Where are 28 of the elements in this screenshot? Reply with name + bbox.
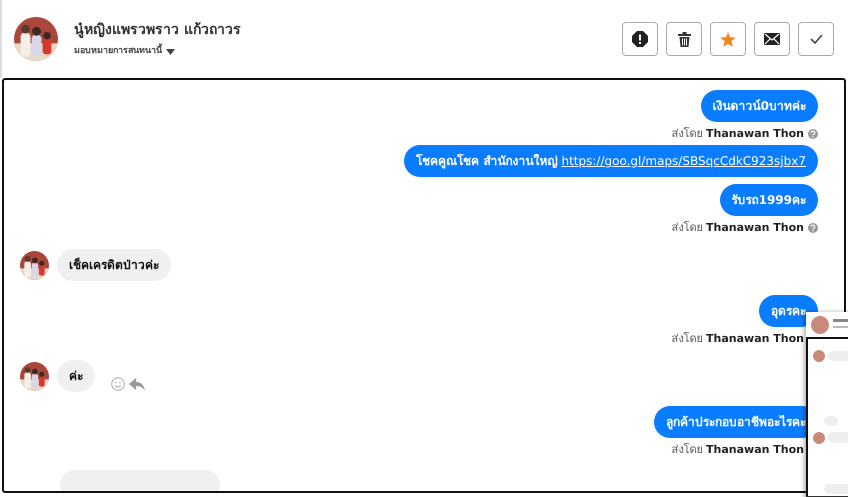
caret-icon — [166, 48, 175, 54]
emoji-icon[interactable] — [111, 377, 125, 391]
sender-label: ส่งโดย Thanawan Thon — [672, 332, 804, 346]
star-button[interactable] — [710, 22, 746, 56]
mail-button[interactable] — [754, 22, 790, 56]
sender-label: ส่งโดย Thanawan Thon — [672, 127, 804, 141]
sender-label: ส่งโดย Thanawan Thon — [672, 443, 804, 457]
help-icon[interactable] — [808, 129, 818, 139]
star-icon — [720, 32, 736, 46]
message-bubble: ค่ะ — [57, 360, 95, 392]
trash-button[interactable] — [666, 22, 702, 56]
checkmark-icon — [810, 34, 822, 44]
check-button[interactable] — [798, 22, 834, 56]
assign-dropdown[interactable]: มอบหมายการสนทนานี้ — [74, 44, 175, 58]
message-bubble: โชคคูณโชค สำนักงานใหญ่ https://goo.gl/maps/SBSqcCdkC923sjbx7 — [404, 145, 818, 177]
sender-label: ส่งโดย Thanawan Thon — [672, 221, 804, 235]
message-bubble: อุดรคะ — [759, 295, 818, 327]
message-link[interactable]: https://goo.gl/maps/SBSqcCdkC923sjbx7 — [561, 154, 806, 168]
help-icon[interactable] — [808, 223, 818, 233]
trash-icon — [678, 32, 690, 46]
contact-name: นู๋หญิงแพรวพราว แก้วถาวร — [74, 20, 242, 40]
alert-button[interactable] — [622, 22, 658, 56]
envelope-icon — [764, 33, 780, 45]
message-bubble: เช็คเครดิตป่าวค่ะ — [57, 249, 171, 281]
alert-icon — [632, 31, 648, 47]
reply-icon[interactable] — [129, 378, 145, 390]
message-bubble: เงินดาวน์0บาทค่ะ — [700, 90, 818, 122]
message-bubble: รับรถ1999คะ — [720, 184, 818, 216]
